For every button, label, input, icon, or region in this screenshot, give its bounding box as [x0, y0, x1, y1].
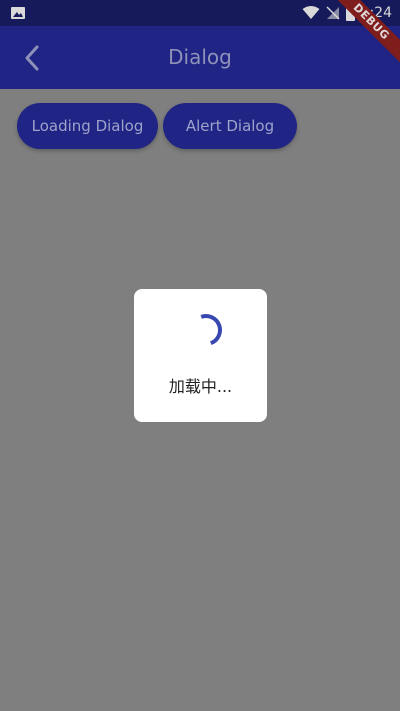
- page-title: Dialog: [168, 45, 232, 69]
- loading-dialog-button[interactable]: Loading Dialog: [17, 103, 158, 149]
- app-bar: Dialog: [0, 26, 400, 89]
- status-bar: 1:24: [0, 0, 400, 26]
- signal-off-icon: [326, 6, 340, 20]
- wifi-icon: [302, 6, 320, 19]
- back-button[interactable]: [16, 40, 48, 76]
- alert-dialog-button[interactable]: Alert Dialog: [163, 103, 297, 149]
- image-icon: [11, 7, 25, 19]
- chevron-left-icon: [25, 45, 39, 71]
- loading-spinner-icon: [200, 314, 222, 346]
- loading-dialog: [134, 289, 267, 422]
- loading-message: 加载中...: [168, 377, 233, 396]
